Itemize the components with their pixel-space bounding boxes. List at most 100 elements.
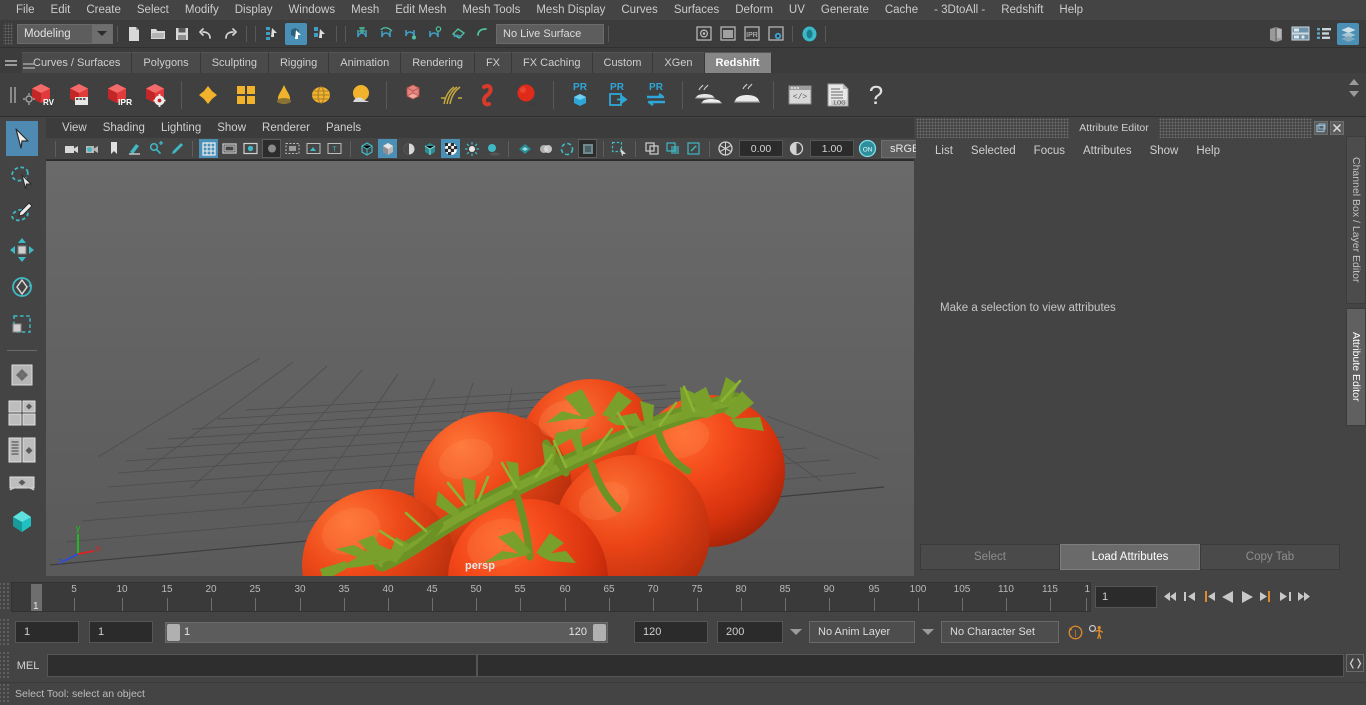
menu-modify[interactable]: Modify — [177, 0, 227, 20]
redshift-log-icon[interactable]: .LOG — [821, 78, 855, 112]
step-forward-keyframe-icon[interactable] — [1276, 586, 1293, 608]
auto-key-icon[interactable]: | — [1067, 621, 1084, 643]
render-settings-icon[interactable] — [765, 23, 787, 45]
menu-redshift[interactable]: Redshift — [993, 0, 1051, 20]
shelf-tab-rigging[interactable]: Rigging — [268, 52, 330, 73]
screen-space-effects-icon[interactable] — [684, 139, 703, 158]
select-tool-button[interactable] — [6, 121, 38, 156]
grease-pencil-icon[interactable] — [167, 139, 186, 158]
range-slider-bar[interactable]: 1 120 — [165, 621, 608, 643]
isolate-select-icon[interactable] — [578, 139, 597, 158]
snap-to-point-icon[interactable] — [399, 23, 421, 45]
select-by-object-icon[interactable] — [285, 22, 307, 45]
redshift-bake-icon[interactable] — [692, 78, 726, 112]
viewport-menu-shading[interactable]: Shading — [95, 122, 153, 134]
exposure-icon[interactable] — [716, 139, 735, 158]
animation-start-time-field[interactable]: 1 — [15, 621, 79, 643]
exposure-value[interactable]: 0.00 — [739, 140, 783, 157]
redshift-dome-light-icon[interactable] — [305, 78, 339, 112]
save-scene-icon[interactable] — [171, 23, 193, 45]
gate-mask-icon[interactable] — [262, 139, 281, 158]
redshift-render-settings-icon[interactable] — [138, 78, 172, 112]
move-tool-button[interactable] — [6, 232, 38, 267]
current-time-indicator[interactable]: 1 — [31, 583, 42, 611]
film-gate-icon[interactable] — [220, 139, 239, 158]
ae-menu-attributes[interactable]: Attributes — [1074, 145, 1141, 157]
gamma-value[interactable]: 1.00 — [810, 140, 854, 157]
two-d-pan-zoom-icon[interactable] — [146, 139, 165, 158]
layer-editor-toggle-icon[interactable] — [1337, 22, 1359, 45]
smooth-shade-all-icon[interactable] — [378, 139, 397, 158]
menu-set-selector[interactable]: Modeling — [17, 23, 113, 44]
snap-to-projected-center-icon[interactable] — [423, 23, 445, 45]
anim-layer-dropdown-arrow-icon[interactable] — [790, 629, 802, 635]
lights-toggle-icon[interactable] — [462, 139, 481, 158]
menu-mesh[interactable]: Mesh — [343, 0, 387, 20]
redshift-hair-icon[interactable] — [434, 78, 468, 112]
ae-select-button[interactable]: Select — [920, 544, 1060, 570]
menu-surfaces[interactable]: Surfaces — [666, 0, 727, 20]
ae-copy-tab-button[interactable]: Copy Tab — [1200, 544, 1340, 570]
redshift-render-sequence-icon[interactable] — [62, 78, 96, 112]
redshift-ipr-icon[interactable]: IPR — [100, 78, 134, 112]
shelf-tab-xgen[interactable]: XGen — [653, 52, 705, 73]
viewport-menu-show[interactable]: Show — [209, 122, 254, 134]
undock-icon[interactable] — [1314, 121, 1329, 135]
show-hide-editors-icon[interactable] — [1265, 23, 1287, 45]
snap-to-grid-icon[interactable] — [351, 23, 373, 45]
select-camera-icon[interactable] — [62, 139, 81, 158]
script-editor-icon[interactable] — [1346, 654, 1364, 672]
viewport-menu-view[interactable]: View — [54, 122, 95, 134]
character-set-selector[interactable]: No Character Set — [941, 621, 1059, 643]
xray-active-components-icon[interactable] — [663, 139, 682, 158]
redshift-light-icon[interactable] — [267, 78, 301, 112]
shelf-tab-curves-surfaces[interactable]: Curves / Surfaces — [22, 52, 133, 73]
shelf-tab-animation[interactable]: Animation — [329, 52, 402, 73]
redshift-script-editor-icon[interactable]: </> — [783, 78, 817, 112]
menu-mesh-tools[interactable]: Mesh Tools — [454, 0, 528, 20]
ae-menu-list[interactable]: List — [926, 145, 962, 157]
playback-start-time-field[interactable]: 1 — [89, 621, 153, 643]
select-by-hierarchy-icon[interactable] — [261, 23, 283, 45]
screen-space-ao-icon[interactable] — [515, 139, 534, 158]
image-plane-icon[interactable] — [125, 139, 144, 158]
redshift-volume-icon[interactable] — [396, 78, 430, 112]
shelf-grip[interactable] — [0, 48, 22, 73]
select-by-component-icon[interactable] — [309, 23, 331, 45]
go-to-start-icon[interactable] — [1162, 586, 1179, 608]
shelf-tab-rendering[interactable]: Rendering — [401, 52, 475, 73]
wireframe-on-shaded-icon[interactable] — [420, 139, 439, 158]
undo-icon[interactable] — [195, 23, 217, 45]
ae-load-attributes-button[interactable]: Load Attributes — [1060, 544, 1200, 570]
live-surface-field[interactable]: No Live Surface — [496, 23, 604, 44]
current-frame-field[interactable]: 1 — [1095, 585, 1157, 608]
channel-box-toggle-icon[interactable] — [1289, 23, 1311, 45]
redshift-proxy-icon[interactable] — [343, 78, 377, 112]
persp-graph-layout-button[interactable] — [6, 506, 38, 541]
range-slider-grip[interactable] — [0, 619, 9, 645]
scale-tool-button[interactable] — [6, 306, 38, 341]
motion-blur-icon[interactable] — [536, 139, 555, 158]
redshift-pr-export-icon[interactable]: PR — [601, 78, 635, 112]
four-view-layout-button[interactable] — [6, 432, 38, 467]
go-to-end-icon[interactable] — [1295, 586, 1312, 608]
gamma-icon[interactable] — [787, 139, 806, 158]
anim-layer-selector[interactable]: No Anim Layer — [809, 621, 915, 643]
paint-select-tool-button[interactable] — [6, 195, 38, 230]
rotate-tool-button[interactable] — [6, 269, 38, 304]
shadows-icon[interactable] — [483, 139, 502, 158]
shelf-scroll-down-icon[interactable] — [1349, 91, 1359, 97]
menu-windows[interactable]: Windows — [280, 0, 343, 20]
shelf-scroll-up-icon[interactable] — [1349, 79, 1359, 85]
menu-create[interactable]: Create — [78, 0, 129, 20]
help-line-grip[interactable] — [0, 684, 9, 704]
ipr-render-icon[interactable]: IPR — [741, 23, 763, 45]
shelf-options-icon[interactable] — [20, 58, 38, 76]
menu-generate[interactable]: Generate — [813, 0, 877, 20]
new-scene-icon[interactable] — [123, 23, 145, 45]
snap-to-view-plane-icon[interactable] — [447, 23, 469, 45]
animation-end-time-field[interactable]: 200 — [717, 621, 783, 643]
grid-toggle-icon[interactable] — [199, 139, 218, 158]
snap-to-curve-icon[interactable] — [375, 23, 397, 45]
playback-end-time-field[interactable]: 120 — [634, 621, 708, 643]
